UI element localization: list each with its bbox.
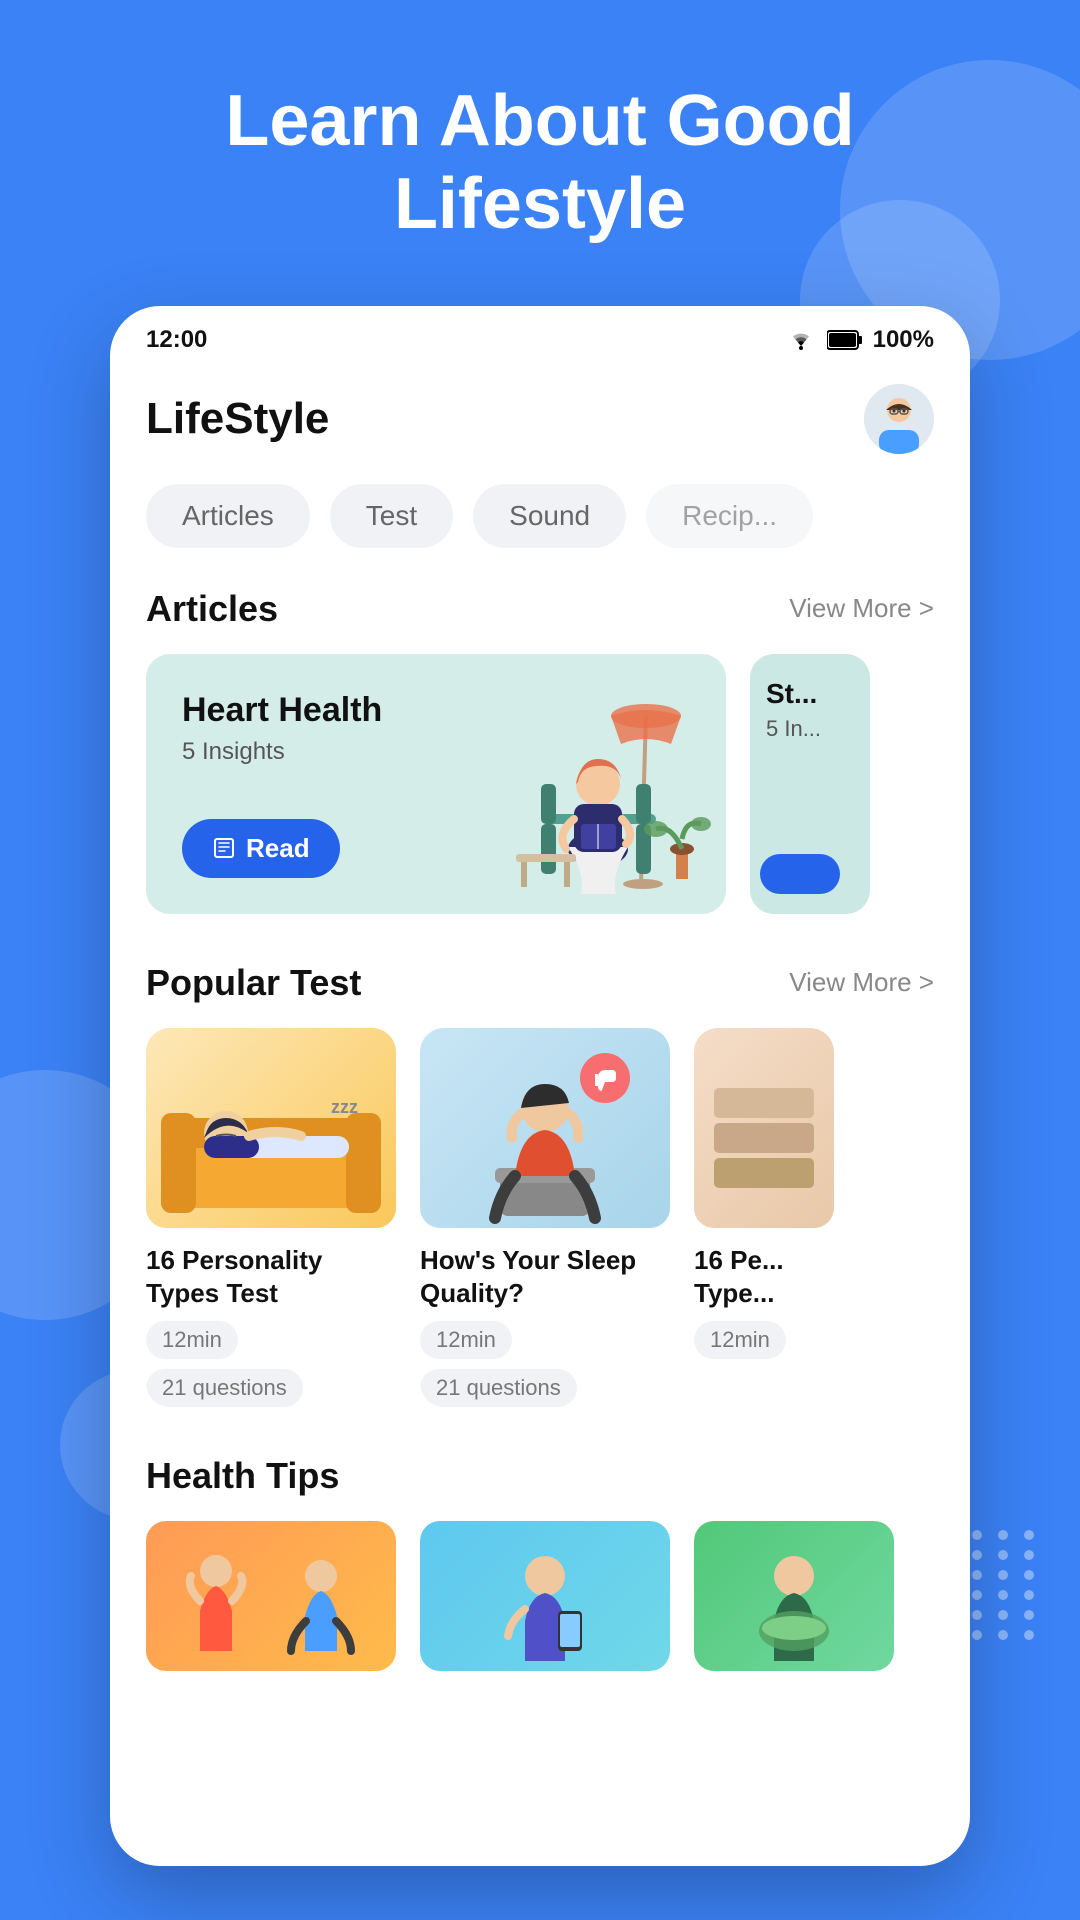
test-card-2-time: 12min <box>420 1321 512 1359</box>
read-label: Read <box>246 833 310 864</box>
battery-icon <box>827 329 863 351</box>
test-card-3-partial[interactable]: 16 Pe...Type... 12min <box>694 1028 834 1408</box>
test-card-2-questions: 21 questions <box>420 1369 577 1407</box>
test-card-3-title: 16 Pe...Type... <box>694 1244 834 1312</box>
status-icons: 100% <box>785 326 934 354</box>
avatar[interactable] <box>864 384 934 454</box>
test-card-2-tags: 12min 21 questions <box>420 1321 670 1407</box>
status-bar: 12:00 100% <box>110 306 970 364</box>
test-card-1-tags: 12min 21 questions <box>146 1321 396 1407</box>
read-icon <box>212 836 236 860</box>
articles-section-header: Articles View More > <box>146 588 934 630</box>
popular-test-view-more[interactable]: View More > <box>789 967 934 998</box>
test-card-3-time: 12min <box>694 1321 786 1359</box>
svg-text:zzz: zzz <box>331 1097 358 1117</box>
category-tabs: Articles Test Sound Recip... <box>146 484 934 548</box>
articles-scroll: Heart Health 5 Insights Read <box>146 654 934 914</box>
articles-view-more[interactable]: View More > <box>789 593 934 624</box>
tip-card-2[interactable] <box>420 1521 670 1671</box>
test-card-3-image <box>694 1028 834 1228</box>
test-card-2-image <box>420 1028 670 1228</box>
status-time: 12:00 <box>146 326 207 354</box>
test-card-3-tags: 12min <box>694 1321 834 1359</box>
tab-recipe[interactable]: Recip... <box>646 484 813 548</box>
test-card-1[interactable]: zzz 16 Personality Types Test 12min 21 q… <box>146 1028 396 1408</box>
read-button-1[interactable]: Read <box>182 819 340 878</box>
tab-test[interactable]: Test <box>330 484 453 548</box>
popular-test-title: Popular Test <box>146 962 361 1004</box>
tests-grid: zzz 16 Personality Types Test 12min 21 q… <box>146 1028 934 1408</box>
tip-card-3[interactable] <box>694 1521 894 1671</box>
test-card-1-image: zzz <box>146 1028 396 1228</box>
test-card-2[interactable]: How's Your Sleep Quality? 12min 21 quest… <box>420 1028 670 1408</box>
tab-sound[interactable]: Sound <box>473 484 626 548</box>
article-card-2-partial[interactable]: St... 5 In... <box>750 654 870 914</box>
battery-percentage: 100% <box>873 326 934 354</box>
popular-test-section-header: Popular Test View More > <box>146 962 934 1004</box>
app-title: LifeStyle <box>146 394 329 444</box>
tip-card-1[interactable] <box>146 1521 396 1671</box>
app-content: LifeStyle Articl <box>110 364 970 1672</box>
page-headline: Learn About Good Lifestyle <box>0 0 1080 306</box>
test-card-2-title: How's Your Sleep Quality? <box>420 1244 670 1312</box>
article-card-1[interactable]: Heart Health 5 Insights Read <box>146 654 726 914</box>
phone-mockup: 12:00 100% LifeStyle <box>110 306 970 1866</box>
articles-title: Articles <box>146 588 278 630</box>
test-card-1-questions: 21 questions <box>146 1369 303 1407</box>
tab-articles[interactable]: Articles <box>146 484 310 548</box>
app-header: LifeStyle <box>146 384 934 454</box>
test-card-1-title: 16 Personality Types Test <box>146 1244 396 1312</box>
tips-row <box>146 1521 934 1671</box>
health-tips-section: Health Tips <box>146 1455 934 1671</box>
wifi-icon <box>785 328 817 352</box>
test-card-1-time: 12min <box>146 1321 238 1359</box>
health-tips-title: Health Tips <box>146 1455 934 1497</box>
